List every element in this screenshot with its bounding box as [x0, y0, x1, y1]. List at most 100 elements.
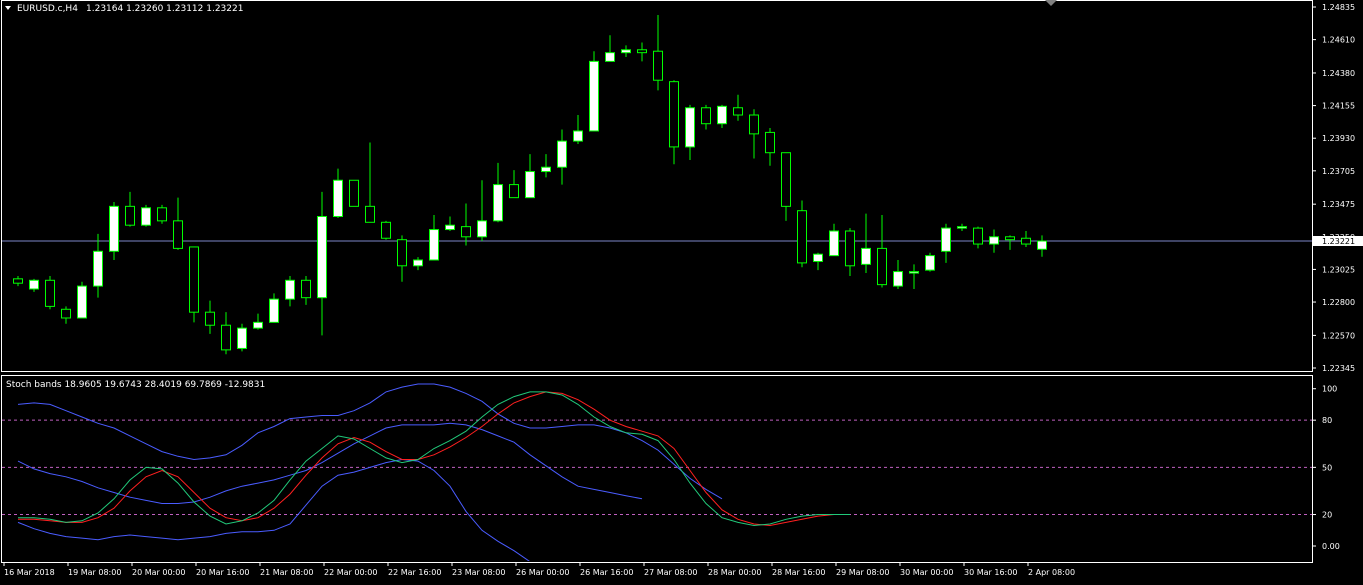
- candle-body-bull: [317, 215, 327, 299]
- candle[interactable]: [829, 223, 839, 257]
- candle-body-bull: [605, 52, 615, 62]
- candle[interactable]: [285, 275, 295, 307]
- trading-chart[interactable]: 1.24835 1.24610 1.24380 1.24155 1.23930 1.237…: [0, 0, 1363, 585]
- indicator-pane[interactable]: [2, 383, 1312, 585]
- candle[interactable]: [397, 235, 407, 282]
- candle[interactable]: [61, 306, 71, 324]
- candle-body-bear: [349, 179, 359, 207]
- price-pane[interactable]: [2, 14, 1312, 355]
- candle[interactable]: [1037, 235, 1047, 257]
- candle[interactable]: [269, 293, 279, 323]
- candle[interactable]: [941, 223, 951, 263]
- candle[interactable]: [1021, 230, 1031, 247]
- candle[interactable]: [509, 170, 519, 199]
- candle[interactable]: [13, 275, 23, 287]
- indicator-label: Stoch bands 18.9605 19.6743 28.4019 69.7…: [6, 380, 265, 390]
- candle[interactable]: [733, 94, 743, 121]
- candle[interactable]: [45, 275, 55, 310]
- candle[interactable]: [205, 300, 215, 334]
- candle[interactable]: [189, 246, 199, 323]
- candle[interactable]: [637, 42, 647, 62]
- candle[interactable]: [461, 203, 471, 246]
- candle[interactable]: [861, 213, 871, 274]
- candle[interactable]: [429, 215, 439, 261]
- candle-body-bear: [125, 205, 135, 226]
- candle[interactable]: [989, 229, 999, 253]
- candle[interactable]: [813, 252, 823, 271]
- candle[interactable]: [125, 191, 135, 227]
- candle[interactable]: [589, 51, 599, 132]
- candle-body-bull: [941, 227, 951, 252]
- candle[interactable]: [349, 179, 359, 207]
- time-tick-label: 16 Mar 2018: [4, 568, 55, 577]
- candle[interactable]: [1005, 235, 1015, 250]
- stoch-main-line: [18, 391, 850, 527]
- candle-body-bull: [77, 285, 87, 319]
- candle[interactable]: [973, 226, 983, 249]
- candle[interactable]: [573, 115, 583, 145]
- candle[interactable]: [221, 312, 231, 355]
- candle[interactable]: [109, 201, 119, 260]
- candle[interactable]: [717, 104, 727, 129]
- candle-body-bull: [989, 236, 999, 245]
- candle-body-bull: [573, 130, 583, 142]
- candle[interactable]: [909, 264, 919, 289]
- candle[interactable]: [365, 142, 375, 223]
- candle-body-bear: [653, 50, 663, 81]
- candle[interactable]: [557, 129, 567, 185]
- candle[interactable]: [845, 228, 855, 276]
- candle-body-bear: [461, 226, 471, 238]
- candle[interactable]: [77, 281, 87, 319]
- chart-shift-marker-icon[interactable]: [1045, 0, 1057, 6]
- candle[interactable]: [141, 204, 151, 227]
- candle[interactable]: [333, 168, 343, 218]
- candle[interactable]: [621, 45, 631, 58]
- dropdown-triangle-icon[interactable]: [5, 6, 11, 10]
- candle-body-bull: [829, 230, 839, 257]
- candle[interactable]: [925, 252, 935, 272]
- candle[interactable]: [669, 80, 679, 165]
- price-tick-label: 1.23705: [1322, 167, 1355, 176]
- candle-body-bear: [365, 205, 375, 223]
- candle[interactable]: [413, 257, 423, 271]
- candle-body-bull: [813, 253, 823, 262]
- indicator-tick-label: 100: [1322, 385, 1337, 394]
- price-tick-label: 1.23930: [1322, 134, 1355, 143]
- candle[interactable]: [301, 275, 311, 305]
- candle-body-bear: [733, 107, 743, 116]
- candle[interactable]: [477, 180, 487, 242]
- candle[interactable]: [605, 35, 615, 62]
- candle[interactable]: [445, 216, 455, 231]
- candle-body-bull: [1037, 240, 1047, 250]
- candle[interactable]: [765, 128, 775, 166]
- candle-body-bear: [765, 131, 775, 154]
- time-tick-label: 20 Mar 16:00: [196, 568, 249, 577]
- candle[interactable]: [685, 104, 695, 160]
- candle-body-bull: [525, 171, 535, 199]
- price-tick-label: 1.24380: [1322, 69, 1355, 78]
- candle[interactable]: [893, 259, 903, 289]
- candle-body-bull: [429, 229, 439, 261]
- candle[interactable]: [381, 220, 391, 240]
- candle-body-bull: [445, 224, 455, 231]
- candle[interactable]: [525, 154, 535, 199]
- candle[interactable]: [317, 191, 327, 336]
- candle[interactable]: [877, 215, 887, 288]
- candle[interactable]: [701, 104, 711, 130]
- candle[interactable]: [781, 152, 791, 221]
- candle-body-bear: [669, 81, 679, 148]
- candle[interactable]: [797, 200, 807, 268]
- candle-body-bear: [397, 239, 407, 267]
- candle-body-bear: [13, 278, 23, 284]
- candle[interactable]: [29, 278, 39, 292]
- candle[interactable]: [173, 197, 183, 250]
- candle[interactable]: [253, 313, 263, 330]
- candle[interactable]: [957, 223, 967, 231]
- candle[interactable]: [653, 14, 663, 91]
- candle[interactable]: [541, 154, 551, 178]
- candle[interactable]: [157, 204, 167, 224]
- candle[interactable]: [237, 323, 247, 352]
- candle[interactable]: [749, 109, 759, 159]
- candle[interactable]: [493, 162, 503, 223]
- candle[interactable]: [93, 233, 103, 298]
